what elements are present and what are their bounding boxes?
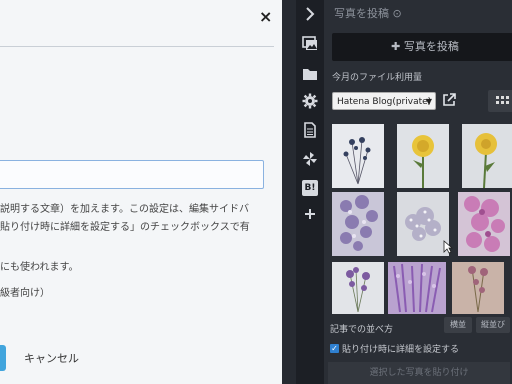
grid-dot: [496, 101, 499, 104]
panel-title: 写真を投稿 ⊙: [334, 7, 402, 20]
grid-dot: [496, 96, 499, 99]
modal-overlay-edge: [282, 0, 296, 384]
purple-statice-photo[interactable]: [332, 262, 384, 314]
folder-select[interactable]: Hatena Blog(private) ▼: [332, 92, 436, 110]
chevron-down-icon: ▼: [425, 97, 432, 106]
pinwheel-icon[interactable]: [302, 151, 318, 167]
sort-label: 記事での並べ方: [330, 325, 394, 335]
photo-upload-panel: 写真を投稿 ⊙ ✚ 写真を投稿 今月のファイル利用量 Hatena Blog(p…: [324, 0, 512, 384]
close-icon[interactable]: ×: [259, 8, 272, 26]
gear-icon[interactable]: [302, 93, 318, 109]
dried-flower-photo-2[interactable]: [452, 262, 504, 314]
setting-description: 説明する文章）を加えます。この設定は、編集サイドバ 貼り付け時に詳細を設定する」…: [0, 201, 282, 237]
divider: [0, 46, 274, 47]
external-link-icon[interactable]: [442, 93, 456, 109]
yellow-rose-photo-1[interactable]: [397, 124, 449, 188]
plus-icon[interactable]: [302, 206, 318, 222]
sidebar-icon-bar: B!: [296, 0, 324, 384]
detail-settings-label: 貼り付け時に詳細を設定する: [342, 345, 460, 355]
file-usage-label: 今月のファイル利用量: [332, 73, 423, 83]
dried-flower-photo-1[interactable]: [332, 124, 384, 188]
pink-flower-photo[interactable]: [458, 192, 510, 256]
cancel-area: キャンセル: [0, 344, 79, 372]
document-icon[interactable]: [302, 122, 318, 138]
sort-horizontal-button[interactable]: 横並: [444, 317, 472, 333]
folder-icon[interactable]: [302, 66, 318, 82]
chevron-right-icon[interactable]: [302, 6, 318, 22]
image-detail-modal: × 説明する文章）を加えます。この設定は、編集サイドバ 貼り付け時に詳細を設定す…: [0, 0, 282, 384]
folder-select-value: Hatena Blog(private): [337, 97, 432, 107]
detail-settings-checkbox[interactable]: ✓: [330, 344, 339, 353]
description-line: 貼り付け時に詳細を設定する」のチェックボックスで有: [0, 222, 250, 233]
grid-dot: [506, 96, 509, 99]
plus-icon: ✚: [391, 40, 404, 53]
description-line: 説明する文章）を加えます。この設定は、編集サイドバ: [0, 204, 249, 215]
setting-note: にも使われます。: [0, 262, 79, 273]
yellow-rose-photo-2[interactable]: [462, 124, 512, 188]
lavender-bunch-photo[interactable]: [388, 262, 446, 314]
submit-button[interactable]: [0, 345, 6, 371]
baby-breath-photo[interactable]: [397, 192, 449, 256]
photo-icon[interactable]: [302, 35, 318, 51]
purple-flower-photo-1[interactable]: [332, 192, 384, 256]
advanced-note: 級者向け）: [0, 288, 50, 299]
mouse-cursor-icon: [443, 240, 453, 254]
sort-vertical-button[interactable]: 縦並び: [476, 317, 510, 333]
grid-dot: [506, 101, 509, 104]
hatena-bookmark-icon[interactable]: B!: [302, 180, 318, 196]
cancel-button[interactable]: キャンセル: [24, 350, 79, 366]
grid-dot: [501, 96, 504, 99]
paste-selected-button[interactable]: 選択した写真を貼り付け: [328, 362, 510, 384]
grid-dot: [501, 101, 504, 104]
post-photo-label: 写真を投稿: [403, 40, 459, 53]
grid-view-button[interactable]: [488, 90, 512, 112]
post-photo-button[interactable]: ✚ 写真を投稿: [332, 33, 512, 61]
caption-input[interactable]: [0, 160, 264, 189]
